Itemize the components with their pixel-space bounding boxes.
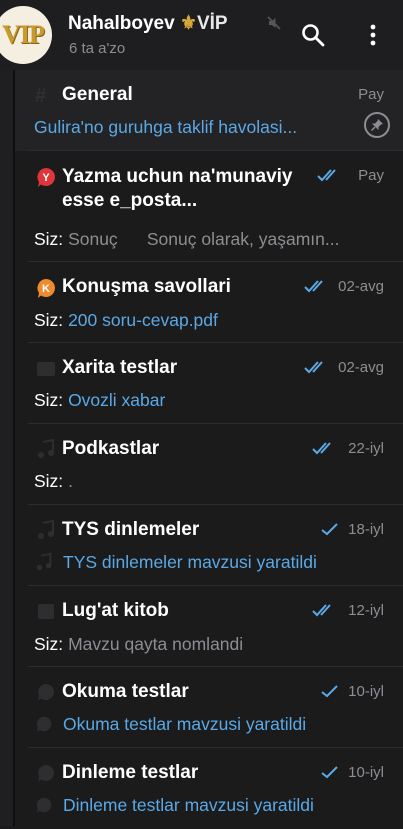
topic-row-lugat-kitob[interactable]: Lug'at kitob 12-iyl Siz: Mavzu qayta nom… (15, 586, 403, 667)
topic-title: Yazma uchun na'munaviy esse e_posta... (62, 166, 293, 211)
topic-time: 10-iyl (348, 764, 384, 781)
music-note-icon (35, 438, 57, 460)
topic-row-xarita[interactable]: Xarita testlar 02-avg Siz: Ovozli xabar (15, 343, 403, 424)
avatar-logo-text: VIP (2, 20, 45, 49)
topic-time: Pay (358, 86, 384, 103)
topic-preview: Siz: Ovozli xabar (34, 390, 166, 410)
left-dimmed-strip (0, 70, 14, 826)
double-check-icon (312, 604, 331, 617)
topic-time: 12-iyl (348, 602, 384, 619)
topic-y-icon: Y (37, 168, 55, 187)
topic-title: Okuma testlar (62, 681, 189, 702)
topic-title: General (62, 84, 133, 105)
topic-time: 10-iyl (348, 683, 384, 700)
more-vert-icon[interactable] (360, 22, 386, 48)
topic-row-general[interactable]: # General Pay Gulira'no guruhga taklif h… (15, 70, 403, 151)
topic-preview: TYS dinlemeler mavzusi yaratildi (63, 552, 317, 572)
topic-title: Konuşma savollari (62, 276, 231, 297)
single-check-icon (321, 685, 338, 698)
member-count: 6 ta a'zo (69, 40, 126, 57)
topic-preview: Siz: . (34, 471, 73, 491)
search-icon[interactable] (300, 22, 326, 48)
topic-k-icon: K (37, 279, 55, 298)
hash-icon: # (35, 85, 47, 107)
topic-title: Xarita testlar (62, 357, 178, 378)
topic-row-podkastlar[interactable]: Podkastlar 22-iyl Siz: . (15, 424, 403, 505)
chat-header[interactable]: VIP Nahalboyev ⚜VİP 6 ta a'zo (0, 0, 403, 70)
topic-preview: Okuma testlar mavzusi yaratildi (63, 714, 307, 734)
topic-time: Pay (358, 167, 384, 184)
topic-row-okuma-testlar[interactable]: Okuma testlar 10-iyl Okuma testlar mavzu… (15, 667, 403, 748)
topic-title: Dinleme testlar (62, 762, 199, 783)
topic-bubble-icon (35, 762, 57, 784)
topic-row-dinleme-testlar[interactable]: Dinleme testlar 10-iyl Dinleme testlar m… (15, 748, 403, 829)
topic-row-yazma[interactable]: Y Yazma uchun na'munaviy esse e_posta...… (15, 151, 403, 262)
group-avatar[interactable]: VIP (0, 6, 52, 64)
group-title-vip: VİP (196, 13, 228, 34)
topic-time: 02-avg (338, 359, 384, 376)
topic-title: Lug'at kitob (62, 600, 169, 621)
svg-text:Y: Y (42, 172, 50, 184)
topic-preview: Siz: Mavzu qayta nomlandi (34, 634, 244, 654)
group-title[interactable]: Nahalboyev ⚜VİP (68, 12, 228, 35)
svg-text:K: K (42, 283, 50, 295)
book-icon (35, 600, 57, 622)
folder-icon (35, 357, 57, 379)
topic-time: 22-iyl (348, 440, 384, 457)
topic-preview: Dinleme testlar mavzusi yaratildi (63, 795, 314, 815)
topic-time: 18-iyl (348, 521, 384, 538)
topic-bubble-icon (34, 714, 56, 736)
topic-row-konusma[interactable]: K Konuşma savollari 02-avg Siz: 200 soru… (15, 262, 403, 343)
topic-bubble-icon (34, 795, 56, 817)
topic-row-tys-dinlemeler[interactable]: TYS dinlemeler 18-iyl TYS dinlemeler mav… (15, 505, 403, 586)
topic-preview: Gulira'no guruhga taklif havolasi... (34, 117, 298, 137)
single-check-icon (321, 766, 338, 779)
double-check-icon (312, 442, 331, 455)
topic-title: Podkastlar (62, 438, 160, 459)
double-check-icon (317, 169, 336, 182)
fleur-de-lis-emoji: ⚜ (179, 13, 197, 34)
topic-time: 02-avg (338, 278, 384, 295)
topic-title: TYS dinlemeler (62, 519, 200, 540)
pin-icon[interactable] (364, 112, 390, 138)
music-note-icon (34, 552, 56, 574)
group-title-name: Nahalboyev (68, 13, 180, 34)
music-note-icon (35, 519, 57, 541)
topic-bubble-icon (35, 681, 57, 703)
topic-preview: Siz: 200 soru-cevap.pdf (34, 310, 218, 330)
topic-list: # General Pay Gulira'no guruhga taklif h… (15, 70, 403, 829)
mute-icon (267, 16, 281, 30)
double-check-icon (304, 361, 323, 374)
single-check-icon (321, 523, 338, 536)
topic-preview: Siz: Sonuç Sonuç olarak, yaşamın... (34, 229, 340, 249)
double-check-icon (304, 280, 323, 293)
